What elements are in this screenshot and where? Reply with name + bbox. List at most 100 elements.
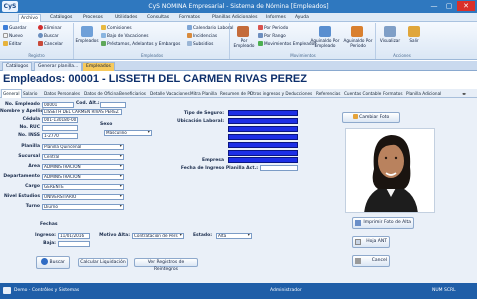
ingreso-field[interactable]: 11/01/2016 — [58, 233, 90, 239]
doc-tab-catalogos[interactable]: Catálogos — [2, 62, 33, 71]
tab-resumen[interactable]: Resumen de Pl. — [220, 91, 252, 96]
tab-otros-ingresos[interactable]: Otros ingresos y Deducciones — [250, 91, 312, 96]
doc-tab-generar[interactable]: Generar planilla... — [34, 62, 83, 71]
turno-select[interactable]: Diurno — [42, 204, 124, 210]
nombre-field[interactable]: LISSETH DEL CARMEN RIVAS PEREZ — [42, 109, 122, 115]
edit-icon — [3, 41, 8, 46]
sexo-select[interactable]: Masculino — [104, 130, 152, 136]
tab-detalle-vacaciones[interactable]: Detalle Vacaciones — [150, 91, 190, 96]
cancelar-button[interactable]: Cancelar — [38, 41, 63, 47]
sucursal-select[interactable]: Central — [42, 154, 124, 160]
ribbon-tab-procesos[interactable]: Procesos — [83, 15, 103, 20]
cod-alt-field[interactable] — [100, 102, 126, 108]
no-empleado-label: No. Empleado — [4, 102, 40, 107]
cargo-label: Cargo — [25, 184, 40, 189]
hoja-ant-button[interactable]: Hoja ANT — [352, 236, 390, 248]
tab-salario[interactable]: Salario — [23, 91, 37, 96]
doc-tab-empleados[interactable]: Empleados — [82, 62, 115, 71]
ribbon-tab-archivo[interactable]: Archivo — [18, 14, 41, 22]
ribbon-tab-planillas[interactable]: Planillas Adicionales — [212, 15, 257, 20]
cedula-field[interactable]: 001-130180-0018B — [42, 117, 78, 123]
no-inss-field[interactable]: 1-2770 — [42, 133, 78, 139]
employee-portrait-image — [346, 129, 434, 212]
empresa-label: Empresa — [202, 158, 224, 163]
ribbon-tab-utilidades[interactable]: Utilidades — [115, 15, 137, 20]
tab-general[interactable]: General — [1, 89, 22, 98]
empleados-big-button[interactable]: Empleados — [75, 38, 99, 43]
por-rango-button[interactable]: Por Rango — [258, 33, 286, 39]
ribbon-tab-catalogos[interactable]: Catálogos — [50, 15, 72, 20]
tab-referencias[interactable]: Referencias — [316, 91, 340, 96]
aguinaldo-empleado-button[interactable]: Aguinaldo Por Empleado — [309, 38, 341, 48]
ribbon-group-acciones: Visualizar Salir Acciones — [377, 23, 427, 59]
maximize-button[interactable]: ▢ — [442, 1, 456, 11]
subsidios-button[interactable]: Subsidios — [187, 41, 213, 47]
ribbon-tab-informes[interactable]: Informes — [266, 15, 286, 20]
estado-select[interactable]: Alta — [216, 233, 252, 239]
ribbon-tab-consultas[interactable]: Consultas — [147, 15, 169, 20]
buscar-button[interactable]: Buscar — [36, 256, 70, 269]
tab-scroll-arrows-icon[interactable]: ◂▸ — [462, 91, 466, 96]
calendario-button[interactable]: Calendario Laboral — [187, 25, 234, 31]
nivel-estudios-select[interactable]: UNIVERSITARIO — [42, 194, 124, 200]
close-button[interactable]: ✕ — [457, 1, 475, 11]
fecha-ingreso-planilla-field[interactable] — [260, 165, 298, 171]
estado-label: Estado: — [192, 233, 212, 238]
por-empleado-button[interactable]: Por Empleado — [231, 38, 257, 48]
movimientos-empleados-button[interactable]: Movimientos Empleados — [258, 41, 316, 47]
movements-list-icon — [258, 41, 263, 46]
calcular-liquidacion-button[interactable]: Calcular Liquidación — [78, 258, 128, 267]
empresa-field[interactable] — [228, 157, 298, 163]
ver-reintegros-button[interactable]: Ver Registros de Reintegros — [134, 258, 198, 272]
search-icon — [38, 33, 43, 38]
buscar-ribbon-button[interactable]: Buscar — [38, 33, 59, 39]
ubicacion-field-1[interactable] — [228, 118, 298, 124]
no-ruc-field[interactable] — [42, 125, 78, 131]
cambiar-foto-button[interactable]: Cambiar Foto — [342, 112, 400, 123]
employee-photo — [345, 128, 435, 213]
nombre-label: Nombre y Apellidos — [0, 109, 50, 114]
ubicacion-field-3[interactable] — [228, 134, 298, 140]
incidencias-button[interactable]: Incidencias — [187, 33, 217, 39]
vacaciones-button[interactable]: Bajo de Vacaciones — [101, 33, 149, 39]
ubicacion-field-2[interactable] — [228, 126, 298, 132]
visualizar-button[interactable]: Visualizar — [377, 38, 403, 43]
salir-button[interactable]: Salir — [404, 38, 424, 43]
tab-planilla-adicional[interactable]: Planilla Adicional — [406, 91, 441, 96]
ubicacion-field-4[interactable] — [228, 142, 298, 148]
editar-button[interactable]: Editar — [3, 41, 22, 47]
departamento-select[interactable]: ADMINISTRACION — [42, 174, 124, 180]
tab-datos-oficina[interactable]: Datos de Oficina — [84, 91, 119, 96]
nuevo-button[interactable]: Nuevo — [3, 33, 23, 39]
motivo-alta-select[interactable]: Contratación de Pers — [132, 233, 184, 239]
cancel-button[interactable]: Cancel — [352, 255, 390, 267]
por-periodo-button[interactable]: Por Periodo — [258, 25, 288, 31]
area-select[interactable]: ADMINISTRACION — [42, 164, 124, 170]
window-title: CyS NOMINA Empresarial - Sistema de Nómi… — [148, 3, 329, 10]
ribbon-group-label: Empleados — [140, 53, 164, 58]
planilla-select[interactable]: Planilla Quincenal — [42, 144, 124, 150]
fecha-ingreso-planilla-label: Fecha de Ingreso Planilla Act.: — [180, 166, 258, 171]
imprimir-foto-button[interactable]: Imprimir Foto de Alta — [352, 217, 414, 229]
incidents-icon — [187, 33, 192, 38]
comisiones-button[interactable]: Comisiones — [101, 25, 132, 31]
new-document-icon — [3, 33, 8, 38]
sucursal-label: Sucursal — [18, 154, 40, 159]
guardar-button[interactable]: Guardar — [3, 25, 27, 31]
tab-mitra-planilla[interactable]: Mitra Planilla — [190, 91, 217, 96]
tab-cuentas-contable[interactable]: Cuentas Contable — [344, 91, 381, 96]
ubicacion-field-5[interactable] — [228, 150, 298, 156]
baja-field[interactable] — [58, 241, 90, 247]
ribbon-tab-ayuda[interactable]: Ayuda — [295, 15, 309, 20]
tab-formatos[interactable]: Formatos — [383, 91, 403, 96]
cargo-select[interactable]: GERENTE — [42, 184, 124, 190]
aguinaldo-periodo-button[interactable]: Aguinaldo Por Periodo — [341, 38, 375, 48]
prestamos-button[interactable]: Préstamos, Adelantos y Embargos — [101, 41, 180, 47]
tipo-seguro-field[interactable] — [228, 110, 298, 116]
eliminar-button[interactable]: Eliminar — [38, 25, 62, 31]
minimize-button[interactable]: — — [427, 1, 441, 11]
tab-datos-personales[interactable]: Datos Personales — [44, 91, 80, 96]
no-empleado-field[interactable]: 00001 — [42, 102, 74, 108]
tab-beneficiarios[interactable]: Beneficiarios — [119, 91, 146, 96]
ribbon-tab-formatos[interactable]: Formatos — [179, 15, 200, 20]
